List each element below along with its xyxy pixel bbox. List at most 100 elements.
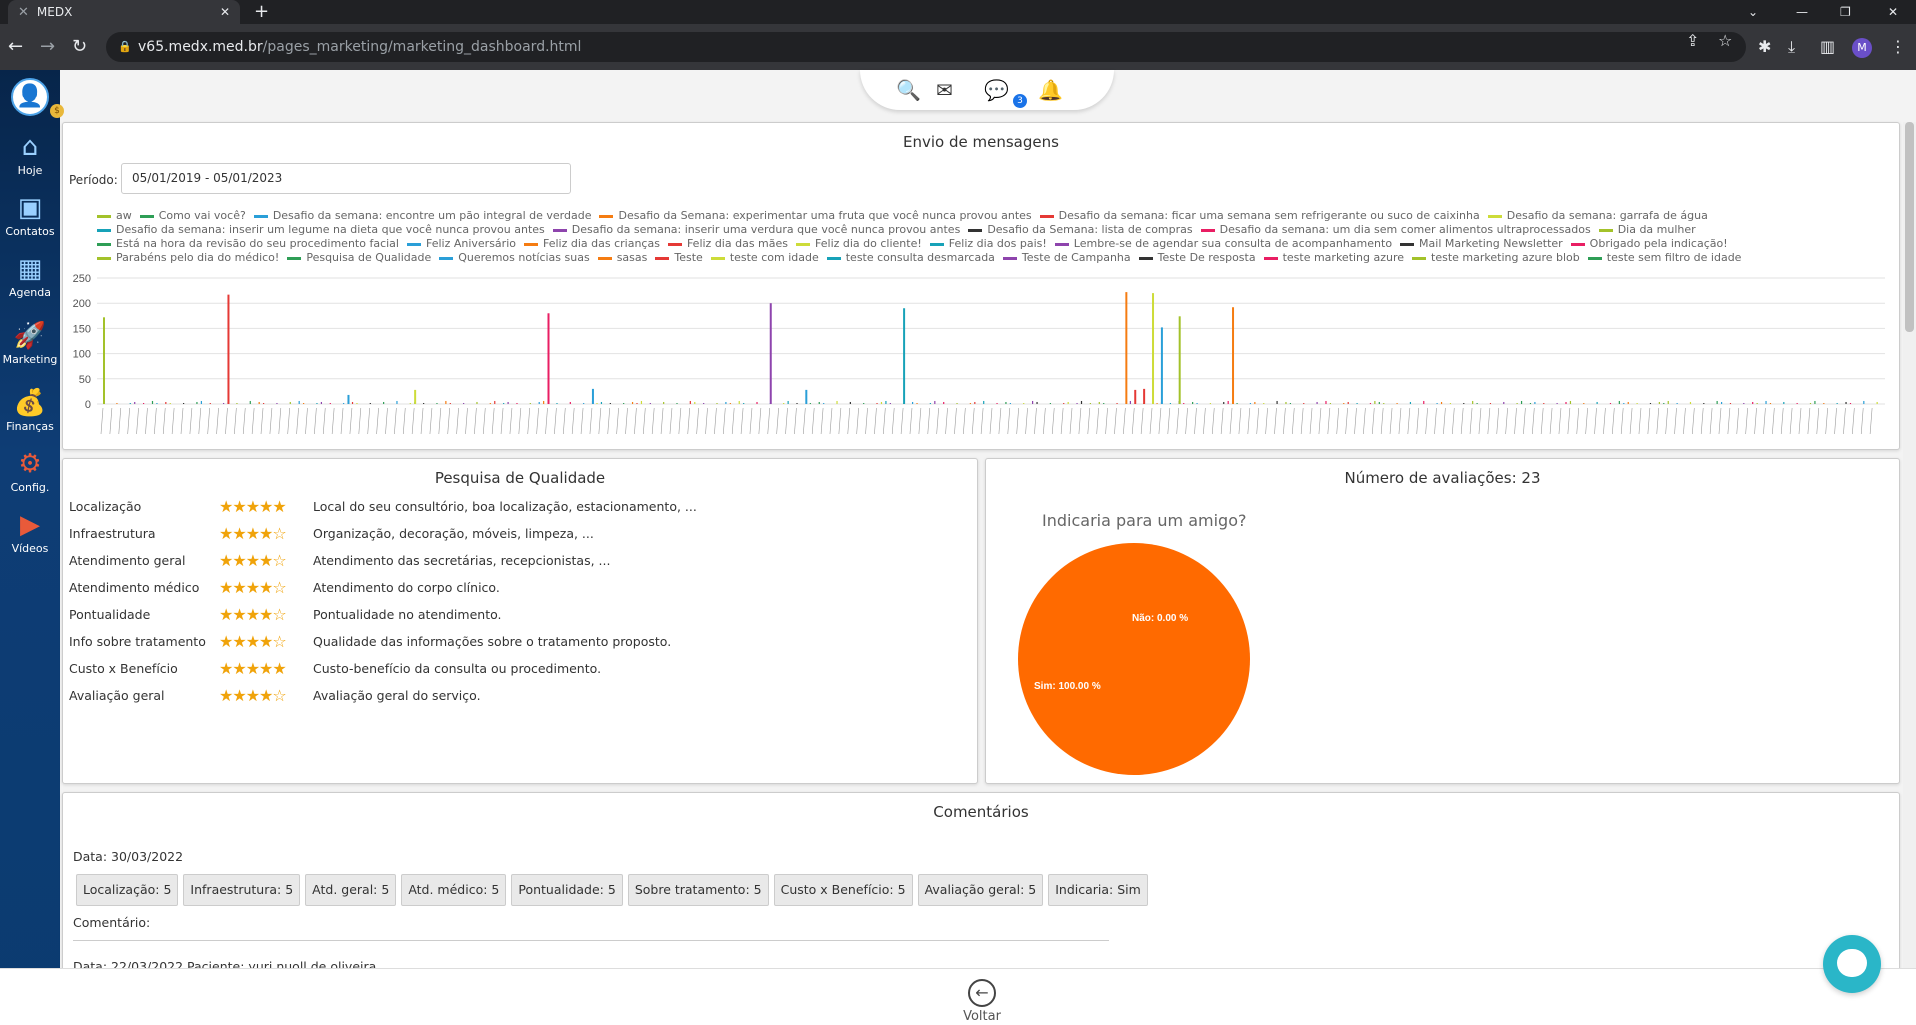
chart-bar: [1343, 402, 1345, 404]
legend-item[interactable]: Parabéns pelo dia do médico!: [97, 251, 279, 265]
bell-icon[interactable]: 🔔: [1038, 78, 1063, 102]
profile-avatar[interactable]: M: [1852, 38, 1872, 58]
tab-close-icon[interactable]: ✕: [220, 5, 230, 19]
legend-item[interactable]: Dia da mulher: [1598, 223, 1696, 237]
legend-swatch: [406, 242, 421, 246]
tab-search-icon[interactable]: ⌄: [1748, 0, 1758, 24]
new-tab-button[interactable]: +: [254, 0, 269, 24]
legend-item[interactable]: Desafio da semana: ficar uma semana sem …: [1039, 209, 1480, 223]
search-icon[interactable]: 🔍: [896, 78, 921, 102]
legend-item[interactable]: Desafio da Semana: experimentar uma frut…: [599, 209, 1032, 223]
legend-item[interactable]: Teste: [655, 251, 703, 265]
close-window-icon[interactable]: ✕: [1888, 0, 1898, 24]
bookmark-star-icon[interactable]: ☆: [1718, 29, 1732, 53]
voltar-button[interactable]: ← Voltar: [956, 979, 1008, 1024]
minimize-icon[interactable]: —: [1796, 0, 1808, 24]
pie-slice-sim[interactable]: [1018, 543, 1250, 775]
forward-nav-icon[interactable]: →: [40, 35, 55, 59]
back-nav-icon[interactable]: ←: [8, 35, 23, 59]
legend-item[interactable]: Obrigado pela indicação!: [1570, 237, 1728, 251]
legend-item[interactable]: teste sem filtro de idade: [1587, 251, 1741, 265]
chart-bar: [129, 402, 131, 404]
legend-item[interactable]: Queremos notícias suas: [439, 251, 590, 265]
x-tick-mark: [678, 407, 682, 435]
chat-icon[interactable]: 💬: [984, 78, 1009, 102]
legend-item[interactable]: Lembre-se de agendar sua consulta de aco…: [1054, 237, 1392, 251]
x-tick-mark: [1185, 407, 1188, 435]
restore-icon[interactable]: ❐: [1840, 0, 1851, 24]
legend-item[interactable]: Desafio da semana: inserir uma verdura q…: [552, 223, 960, 237]
user-avatar-icon[interactable]: 👤: [11, 78, 49, 116]
rating-card: Infraestrutura: 5: [183, 874, 301, 906]
browser-menu-icon[interactable]: ⋮: [1890, 35, 1906, 59]
legend-item[interactable]: Desafio da semana: um dia sem comer alim…: [1200, 223, 1591, 237]
legend-label: teste marketing azure: [1282, 251, 1405, 264]
rating-card: Sobre tratamento: 5: [627, 874, 769, 906]
x-tick-mark: [634, 407, 637, 435]
sidebar-item-hoje[interactable]: ⌂ Hoje: [0, 132, 60, 178]
reload-icon[interactable]: ↻: [72, 35, 87, 59]
x-tick-mark: [1496, 407, 1500, 435]
share-icon[interactable]: ⇪: [1686, 29, 1699, 53]
x-tick-mark: [429, 407, 433, 435]
x-tick-mark: [100, 407, 104, 435]
x-tick-mark: [1123, 407, 1126, 435]
sidebar-item-contatos[interactable]: ▣ Contatos: [0, 193, 60, 239]
x-tick-mark: [456, 407, 459, 435]
sidebar-item-config[interactable]: ⚙ Config.: [0, 449, 60, 495]
legend-item[interactable]: Está na hora da revisão do seu procedime…: [97, 237, 399, 251]
chart-bar: [889, 402, 891, 404]
chart-bar: [956, 402, 958, 404]
chart-bar: [1374, 400, 1376, 404]
legend-item[interactable]: teste marketing azure blob: [1412, 251, 1580, 265]
extensions-icon[interactable]: ✱: [1758, 35, 1771, 59]
pesquisa-description: Avaliação geral do serviço.: [313, 688, 481, 703]
chart-bar: [476, 401, 478, 404]
legend-item[interactable]: Pesquisa de Qualidade: [287, 251, 431, 265]
scrollbar-thumb[interactable]: [1905, 122, 1914, 332]
download-icon[interactable]: ⤓: [1788, 35, 1795, 59]
legend-item[interactable]: Desafio da semana: garrafa de água: [1487, 209, 1708, 223]
legend-swatch: [1487, 214, 1502, 218]
legend-item[interactable]: Feliz Aniversário: [406, 237, 516, 251]
legend-item[interactable]: teste marketing azure: [1263, 251, 1405, 265]
legend-item[interactable]: aw: [97, 209, 132, 223]
legend-item[interactable]: sasas: [597, 251, 647, 265]
legend-item[interactable]: Teste De resposta: [1138, 251, 1256, 265]
chart-bar: [1623, 402, 1625, 404]
legend-item[interactable]: Teste de Campanha: [1002, 251, 1131, 265]
chart-bar: [663, 401, 665, 404]
sidebar-item-agenda[interactable]: ▦ Agenda: [0, 254, 60, 300]
mail-icon[interactable]: ✉: [936, 78, 953, 102]
sidebar-item-marketing[interactable]: 🚀 Marketing: [0, 321, 60, 367]
periodo-input[interactable]: 05/01/2019 - 05/01/2023: [121, 163, 571, 194]
x-tick-mark: [1167, 407, 1171, 435]
legend-item[interactable]: Feliz dia do cliente!: [796, 237, 922, 251]
side-panel-icon[interactable]: ▥: [1820, 35, 1835, 59]
legend-item[interactable]: teste consulta desmarcada: [826, 251, 995, 265]
legend-label: Feliz dia das crianças: [542, 237, 660, 250]
legend-item[interactable]: Mail Marketing Newsletter: [1400, 237, 1563, 251]
legend-item[interactable]: Feliz dia das mães: [667, 237, 788, 251]
page-scrollbar[interactable]: [1903, 122, 1916, 968]
sidebar-item-videos[interactable]: ▶ Vídeos: [0, 510, 60, 556]
chat-widget-button[interactable]: [1823, 935, 1881, 993]
x-tick-mark: [1025, 407, 1028, 435]
legend-item[interactable]: Feliz dia dos pais!: [929, 237, 1047, 251]
legend-item[interactable]: Como vai você?: [139, 209, 246, 223]
legend-item[interactable]: Feliz dia das crianças: [523, 237, 660, 251]
lock-icon: 🔒: [118, 40, 132, 53]
browser-tab[interactable]: ✕ MEDX ✕: [8, 0, 240, 24]
chart-bar: [911, 401, 914, 404]
legend-swatch: [552, 228, 567, 232]
x-tick-mark: [607, 407, 611, 435]
legend-item[interactable]: Desafio da semana: inserir um legume na …: [97, 223, 545, 237]
legend-item[interactable]: Desafio da Semana: lista de compras: [968, 223, 1193, 237]
x-tick-mark: [838, 407, 842, 435]
x-tick-mark: [225, 407, 228, 435]
legend-label: Desafio da semana: um dia sem comer alim…: [1219, 223, 1591, 236]
legend-item[interactable]: Desafio da semana: encontre um pão integ…: [253, 209, 591, 223]
legend-item[interactable]: teste com idade: [710, 251, 819, 265]
sidebar-item-financas[interactable]: 💰 Finanças: [0, 388, 60, 434]
url-bar[interactable]: 🔒 v65.medx.med.br/pages_marketing/market…: [106, 32, 1746, 62]
